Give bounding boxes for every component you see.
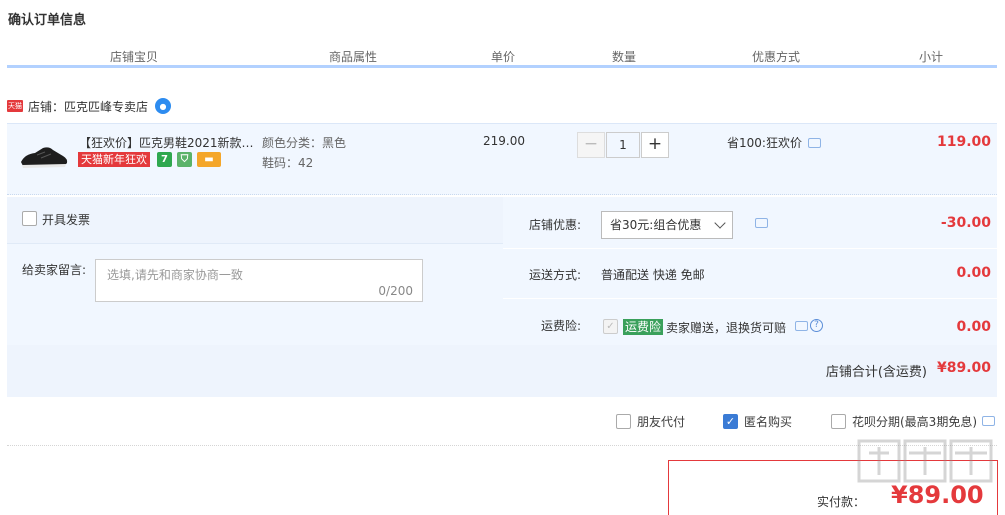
memo-label: 给卖家留言:: [22, 263, 87, 277]
anonymous-label: 匿名购买: [744, 414, 793, 429]
shop-discount-selected: 省30元:组合优惠: [610, 218, 702, 232]
shop-total-row: 店铺合计(含运费) ¥89.00: [7, 345, 997, 397]
insurance-help: ?: [795, 319, 823, 332]
attr-color: 颜色分类：黑色: [262, 136, 347, 150]
column-divider: [262, 68, 263, 70]
quantity-input[interactable]: 1: [606, 132, 640, 158]
shop-total-label: 店铺合计(含运费): [825, 365, 927, 380]
insurance-tag: 运费险: [623, 319, 664, 335]
payment-summary: 实付款： ¥89.00: [668, 460, 998, 515]
card-icon: ▬: [197, 152, 221, 167]
help-icon[interactable]: ?: [810, 319, 823, 332]
attr-size: 鞋码：42: [262, 156, 314, 170]
shop-discount-select[interactable]: 省30元:组合优惠: [601, 211, 733, 239]
comment-icon[interactable]: [982, 416, 995, 426]
page-title: 确认订单信息: [8, 13, 87, 28]
col-shop-item: 店铺宝贝: [109, 50, 159, 64]
huabei-checkbox[interactable]: [831, 413, 846, 429]
order-item-row: 【狂欢价】匹克男鞋2021新款… 天猫新年狂欢 7 ⛉ ▬ 颜色分类：黑色 鞋码…: [7, 123, 997, 195]
item-subtotal: 119.00: [936, 134, 991, 150]
chat-seller-icon[interactable]: ●: [155, 98, 172, 114]
promo-tag: 天猫新年狂欢: [78, 152, 150, 167]
anonymous-option[interactable]: ✓ 匿名购买: [723, 412, 792, 430]
column-divider: [564, 68, 565, 70]
insurance-checkbox: ✓: [603, 319, 618, 334]
friend-pay-option[interactable]: 朋友代付: [616, 412, 685, 430]
insurance-row: 运费险: ✓ 运费险 卖家赠送，退换货可赔 ? 0.00: [503, 299, 997, 345]
discount-text: 省100:狂欢价: [727, 136, 802, 150]
decrease-quantity-button[interactable]: −: [577, 132, 605, 158]
quantity-stepper: − 1 +: [577, 132, 669, 158]
guarantee-icon: ⛉: [177, 152, 192, 167]
col-discount: 优惠方式: [751, 50, 801, 64]
huabei-label: 花呗分期(最高3期免息): [852, 414, 977, 429]
comment-icon[interactable]: [755, 218, 768, 228]
column-header: 店铺宝贝 商品属性 单价 数量 优惠方式 小计: [7, 46, 997, 68]
friend-pay-checkbox[interactable]: [616, 413, 631, 429]
column-divider: [443, 68, 444, 70]
payment-label: 实付款：: [817, 495, 866, 509]
shipping-amount: 0.00: [956, 265, 991, 281]
shipping-method: 普通配送 快递 免邮: [601, 268, 705, 282]
anonymous-checkbox[interactable]: ✓: [723, 413, 738, 429]
tmall-badge: 天猫: [7, 100, 23, 112]
memo-char-counter: 0/200: [378, 284, 413, 298]
shop-discount-label: 店铺优惠:: [528, 218, 581, 232]
right-panel: 店铺优惠: 省30元:组合优惠 -30.00 运送方式: 普通配送 快递 免邮 …: [503, 197, 997, 345]
shop-discount-row: 店铺优惠: 省30元:组合优惠 -30.00: [503, 197, 997, 249]
insurance-amount: 0.00: [956, 319, 991, 335]
insurance-text: 卖家赠送，退换货可赔: [666, 321, 787, 335]
column-divider: [866, 68, 867, 70]
col-subtotal: 小计: [918, 50, 944, 64]
shop-name-link[interactable]: 店铺：匹克匹峰专卖店: [28, 98, 148, 115]
invoice-checkbox[interactable]: [22, 211, 37, 226]
product-title-link[interactable]: 【狂欢价】匹克男鞋2021新款…: [79, 134, 257, 151]
left-panel: 开具发票 给卖家留言: 选填,请先和商家协商一致 0/200: [7, 197, 503, 345]
comment-icon[interactable]: [807, 137, 821, 148]
shop-total-amount: ¥89.00: [936, 360, 991, 376]
divider: [7, 445, 997, 446]
unit-price: 219.00: [483, 134, 525, 148]
seven-day-return-icon: 7: [157, 152, 172, 167]
memo-placeholder: 选填,请先和商家协商一致: [107, 268, 243, 282]
seller-memo-input[interactable]: 选填,请先和商家协商一致 0/200: [95, 259, 423, 302]
payment-amount: ¥89.00: [891, 481, 984, 509]
col-unit-price: 单价: [490, 50, 516, 64]
col-attributes: 商品属性: [328, 50, 378, 64]
col-quantity: 数量: [611, 50, 637, 64]
order-details: 开具发票 给卖家留言: 选填,请先和商家协商一致 0/200 店铺优惠: 省30…: [7, 197, 997, 397]
invoice-label: 开具发票: [42, 213, 91, 227]
product-thumbnail[interactable]: [19, 140, 69, 172]
shipping-row: 运送方式: 普通配送 快递 免邮 0.00: [503, 249, 997, 299]
discount-info: 省100:狂欢价: [727, 134, 821, 151]
chevron-down-icon: [714, 217, 726, 229]
huabei-option[interactable]: 花呗分期(最高3期免息): [831, 412, 995, 430]
shop-row: 天猫 店铺：匹克匹峰专卖店 ●: [7, 97, 172, 115]
insurance-label: 运费险:: [540, 319, 581, 333]
column-divider: [685, 68, 686, 70]
friend-pay-label: 朋友代付: [637, 414, 686, 429]
shop-discount-amount: -30.00: [940, 215, 991, 231]
comment-icon[interactable]: [795, 320, 808, 331]
increase-quantity-button[interactable]: +: [641, 132, 669, 158]
shipping-label: 运送方式:: [528, 268, 581, 282]
